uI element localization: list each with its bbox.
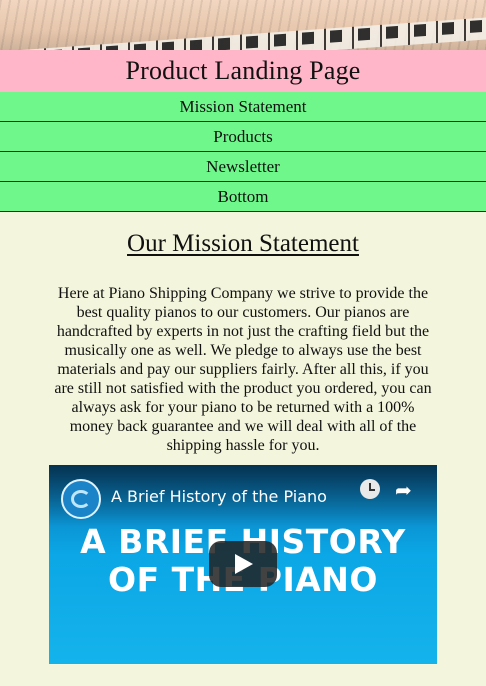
title-bar: Product Landing Page (0, 50, 486, 93)
mission-text: Here at Piano Shipping Company we strive… (54, 285, 432, 454)
nav-item-newsletter[interactable]: Newsletter (0, 152, 486, 182)
nav-item-products[interactable]: Products (0, 122, 486, 152)
page-title: Product Landing Page (125, 56, 361, 85)
nav-item-mission-statement[interactable]: Mission Statement (0, 92, 486, 122)
mission-section: Our Mission Statement Here at Piano Ship… (0, 212, 486, 664)
channel-logo-icon[interactable] (61, 479, 101, 519)
hero-image (0, 0, 486, 50)
nav-item-bottom[interactable]: Bottom (0, 182, 486, 212)
play-icon[interactable] (209, 541, 277, 587)
video-embed[interactable]: A Brief History of the Piano ➦ A BRIEF H… (49, 465, 437, 664)
video-title[interactable]: A Brief History of the Piano (111, 487, 327, 506)
main-nav: Mission Statement Products Newsletter Bo… (0, 92, 486, 212)
mission-heading: Our Mission Statement (127, 230, 359, 257)
watch-later-icon[interactable] (360, 479, 380, 499)
share-icon[interactable]: ➦ (395, 478, 412, 502)
